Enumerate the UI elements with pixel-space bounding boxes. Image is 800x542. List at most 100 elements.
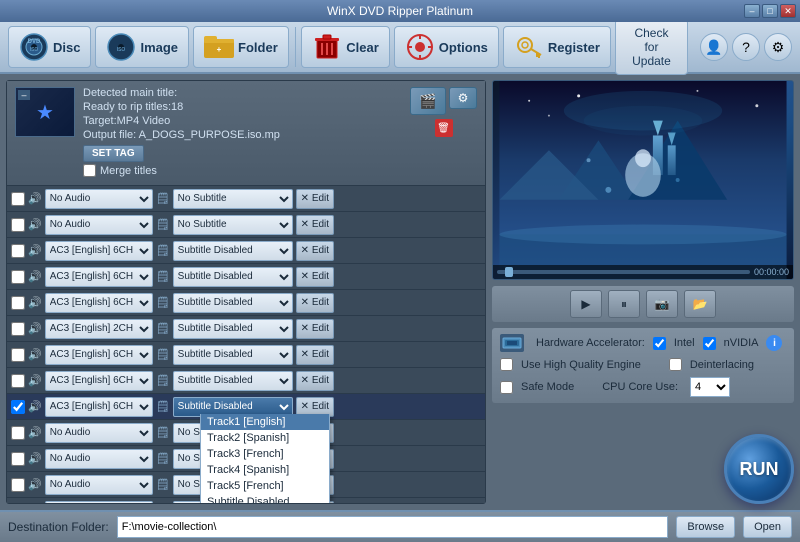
merge-checkbox[interactable] <box>83 164 96 177</box>
hq-label: Use High Quality Engine <box>521 359 641 371</box>
subtitle-select[interactable]: Subtitle Disabled <box>173 371 293 391</box>
subtitle-select[interactable]: Subtitle Disabled <box>173 293 293 313</box>
audio-icon: 🔊 <box>28 452 42 465</box>
dropdown-item-track5[interactable]: Track5 [French] <box>201 478 329 494</box>
track-checkbox[interactable] <box>11 270 25 284</box>
clear-button[interactable]: Clear <box>301 26 390 68</box>
track-checkbox[interactable] <box>11 218 25 232</box>
track-checkbox[interactable] <box>11 452 25 466</box>
video-preview: 00:00:00 <box>492 80 794 280</box>
disc-button[interactable]: DVD ISO Disc <box>8 26 91 68</box>
audio-select[interactable]: AC3 [English] 6CH <box>45 241 153 261</box>
dropdown-item-track1[interactable]: Track1 [English] <box>201 414 329 430</box>
audio-select[interactable]: No Audio <box>45 189 153 209</box>
subtitle-select[interactable]: Subtitle Disabled <box>173 267 293 287</box>
audio-select[interactable]: No Audio <box>45 423 153 443</box>
subtitle-select[interactable]: No Subtitle <box>173 189 293 209</box>
svg-text:ISO: ISO <box>117 47 126 53</box>
track-checkbox[interactable] <box>11 426 25 440</box>
nvidia-checkbox[interactable] <box>703 337 716 350</box>
folder-open-button[interactable]: 📂 <box>684 290 716 318</box>
track-checkbox[interactable] <box>11 322 25 336</box>
edit-button[interactable]: ✕ Edit <box>296 189 334 209</box>
audio-select[interactable]: AC3 [English] 2CH <box>45 319 153 339</box>
film-settings-btn[interactable]: ⚙ <box>449 87 477 109</box>
dropdown-item-disabled[interactable]: Subtitle Disabled <box>201 494 329 503</box>
cpu-select[interactable]: 4123 <box>690 377 730 397</box>
safe-checkbox[interactable] <box>500 381 513 394</box>
subtitle-select[interactable]: Subtitle Disabled <box>173 345 293 365</box>
deinterlace-label: Deinterlacing <box>690 359 754 371</box>
subtitle-select[interactable]: Subtitle Disabled <box>173 241 293 261</box>
thumb-minus-btn[interactable]: – <box>18 90 30 100</box>
dest-input[interactable] <box>117 516 669 538</box>
options-button[interactable]: Options <box>394 26 499 68</box>
edit-button[interactable]: ✕ Edit <box>296 345 334 365</box>
user-profile-btn[interactable]: 👤 <box>700 33 728 61</box>
seekbar-thumb[interactable] <box>505 267 513 277</box>
edit-button[interactable]: ✕ Edit <box>296 241 334 261</box>
audio-select[interactable]: No Audio <box>45 449 153 469</box>
audio-icon: 🔊 <box>28 296 42 309</box>
track-checkbox-active[interactable] <box>11 400 25 414</box>
image-button[interactable]: ISO Image <box>95 26 189 68</box>
film-play-btn[interactable]: 🎬 <box>410 87 446 115</box>
output-label: Output file: <box>83 129 136 141</box>
deinterlace-checkbox[interactable] <box>669 358 682 371</box>
seekbar-track[interactable] <box>497 270 750 274</box>
help-btn[interactable]: ? <box>732 33 760 61</box>
audio-select[interactable]: AC3 [English] 6CH <box>45 267 153 287</box>
track-checkbox[interactable] <box>11 296 25 310</box>
audio-select[interactable]: AC3 [English] 6CH <box>45 345 153 365</box>
track-checkbox[interactable] <box>11 244 25 258</box>
register-button[interactable]: Register <box>503 26 611 68</box>
track-checkbox[interactable] <box>11 478 25 492</box>
check-update-button[interactable]: Check for Update <box>615 19 688 75</box>
film-controls: 🎬 ⚙ 🗑 <box>410 87 477 137</box>
open-button[interactable]: Open <box>743 516 792 538</box>
folder-button[interactable]: + Folder <box>193 26 289 68</box>
audio-select[interactable]: No Audio <box>45 501 153 504</box>
edit-button[interactable]: ✕ Edit <box>296 215 334 235</box>
audio-select[interactable]: AC3 [English] 6CH <box>45 371 153 391</box>
hq-checkbox[interactable] <box>500 358 513 371</box>
svg-text:DVD: DVD <box>28 39 41 45</box>
run-button[interactable]: RUN <box>724 434 794 504</box>
dropdown-item-track4[interactable]: Track4 [Spanish] <box>201 462 329 478</box>
audio-icon: 🔊 <box>28 426 42 439</box>
dropdown-item-track3[interactable]: Track3 [French] <box>201 446 329 462</box>
close-btn[interactable]: ✕ <box>780 4 796 18</box>
subtitle-icon: 🗒 <box>156 192 170 205</box>
track-checkbox[interactable] <box>11 192 25 206</box>
play-button[interactable]: ▶ <box>570 290 602 318</box>
filename-label: A_DOGS_PURPOSE.iso.mp <box>139 129 280 141</box>
subtitle-select[interactable]: No Subtitle <box>173 215 293 235</box>
pause-button[interactable]: ⏸ <box>608 290 640 318</box>
hw-accel-label: Hardware Accelerator: <box>536 337 645 349</box>
audio-select[interactable]: No Audio <box>45 215 153 235</box>
audio-select[interactable]: No Audio <box>45 475 153 495</box>
disc-icon: DVD ISO <box>19 32 49 62</box>
set-tag-button[interactable]: SET TAG <box>83 145 144 162</box>
maximize-btn[interactable]: □ <box>762 4 778 18</box>
snapshot-button[interactable]: 📷 <box>646 290 678 318</box>
audio-select[interactable]: AC3 [English] 6CH <box>45 293 153 313</box>
film-delete-btn[interactable]: 🗑 <box>435 119 453 137</box>
user-icons-group: 👤 ? ⚙ <box>700 33 792 61</box>
track-checkbox[interactable] <box>11 348 25 362</box>
info-icon[interactable]: i <box>766 335 782 351</box>
edit-button[interactable]: ✕ Edit <box>296 319 334 339</box>
subtitle-select[interactable]: Subtitle Disabled <box>173 319 293 339</box>
browse-button[interactable]: Browse <box>676 516 735 538</box>
audio-select-active[interactable]: AC3 [English] 6CH <box>45 397 153 417</box>
edit-button[interactable]: ✕ Edit <box>296 293 334 313</box>
track-checkbox[interactable] <box>11 374 25 388</box>
edit-button[interactable]: ✕ Edit <box>296 371 334 391</box>
title-bar: WinX DVD Ripper Platinum – □ ✕ <box>0 0 800 22</box>
window-controls[interactable]: – □ ✕ <box>744 4 796 18</box>
settings-btn[interactable]: ⚙ <box>764 33 792 61</box>
intel-checkbox[interactable] <box>653 337 666 350</box>
dropdown-item-track2[interactable]: Track2 [Spanish] <box>201 430 329 446</box>
minimize-btn[interactable]: – <box>744 4 760 18</box>
edit-button[interactable]: ✕ Edit <box>296 267 334 287</box>
